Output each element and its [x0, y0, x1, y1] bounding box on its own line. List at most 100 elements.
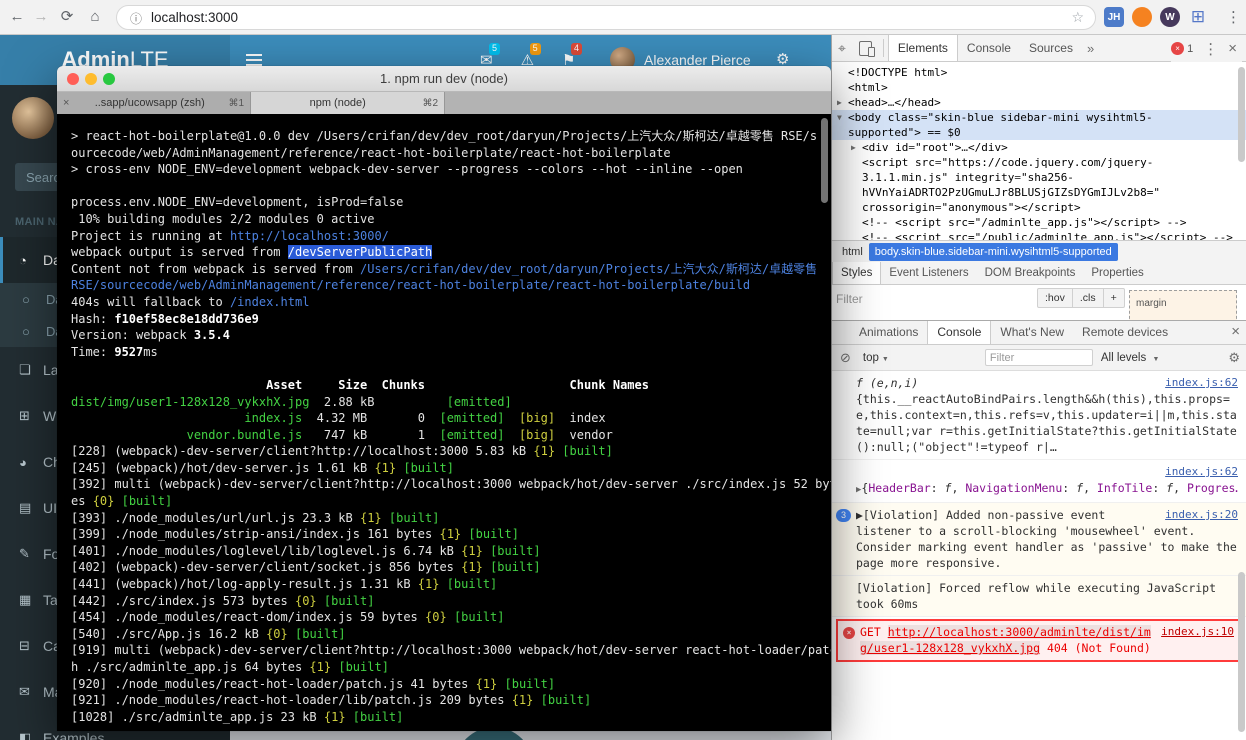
drawer-tabs: Animations Console What's New Remote device…	[832, 321, 1246, 345]
tab-close-icon[interactable]: ×	[63, 97, 75, 109]
drawer-tab-remote-devices[interactable]: Remote devices	[1073, 321, 1177, 344]
drawer-tab-animations[interactable]: Animations	[850, 321, 927, 344]
repeat-count-badge: 3	[836, 509, 851, 522]
console-source-link[interactable]: index.js:62	[864, 464, 1238, 480]
browser-menu-icon[interactable]: ⋮	[1226, 8, 1241, 26]
dom-node-line[interactable]: <script src="https://code.jquery.com/jqu…	[832, 155, 1246, 170]
terminal-tab--sapp-ucowsapp-zsh-[interactable]: × ..sapp/ucowsapp (zsh) ⌘1	[57, 92, 251, 114]
dashboard-v1-icon: ○	[22, 291, 30, 307]
console-levels-select[interactable]: All levels ▼	[1093, 352, 1168, 364]
more-tabs-icon[interactable]: »	[1082, 41, 1099, 56]
console-message-object: index.js:62 ▶{HeaderBar: f, NavigationMen…	[832, 460, 1246, 503]
console-scrollbar[interactable]	[1238, 572, 1245, 732]
elements-breadcrumb: html body.skin-blue.sidebar-mini.wysihtml…	[832, 240, 1246, 262]
examples-icon: ◧	[19, 730, 32, 740]
reload-icon[interactable]: ⟳	[56, 8, 78, 26]
styles-tab-dom-breakpoints[interactable]: DOM Breakpoints	[977, 262, 1084, 284]
terminal-line: [454] ./node_modules/react-dom/index.js …	[71, 610, 505, 625]
styles-filter-input[interactable]	[836, 289, 986, 309]
dom-node-line[interactable]: hVVnYaiADRTO2PzUGmuLJr8BLUSjGIZsDYGmIJLv…	[832, 185, 1246, 200]
console-source-link[interactable]: index.js:20	[1165, 507, 1238, 523]
console-message-violation: 3 index.js:20 ▶[Violation] Added non-passi…	[832, 503, 1246, 576]
terminal-line: process.env.NODE_ENV=development, isProd…	[71, 195, 404, 210]
arrow-spacer	[851, 185, 862, 200]
dom-node-line[interactable]: supported"> == $0	[832, 125, 1246, 140]
expand-arrow-icon[interactable]: ▼	[837, 110, 848, 125]
expand-arrow-icon[interactable]: ▶	[851, 140, 862, 155]
dom-node-line[interactable]: ▶ <head>…</head>	[832, 95, 1246, 110]
styles-tab-styles[interactable]: Styles	[832, 262, 882, 284]
console-context-select[interactable]: top ▼	[859, 352, 893, 364]
tab-sources[interactable]: Sources	[1020, 35, 1082, 61]
clear-console-icon[interactable]: ⊘	[832, 350, 859, 366]
drawer-tab-what-s-new[interactable]: What's New	[991, 321, 1073, 344]
address-bar[interactable]: ⓘ localhost:3000 ☆	[116, 5, 1096, 30]
dashboard-icon: ◔	[19, 252, 27, 268]
device-toolbar-icon[interactable]	[858, 40, 875, 57]
terminal-line: [919] multi (webpack)-dev-server/client?…	[71, 643, 831, 658]
error-count-badge[interactable]: × 1	[1171, 42, 1193, 55]
drawer-close-icon[interactable]: ×	[1231, 323, 1240, 340]
dom-node-line[interactable]: ▼ <body class="skin-blue sidebar-mini wys…	[832, 110, 1246, 125]
error-dot-icon: ×	[1171, 42, 1185, 55]
console-message-violation: [Violation] Forced reflow while executin…	[832, 576, 1246, 617]
styles-tab-properties[interactable]: Properties	[1083, 262, 1151, 284]
dom-node-line[interactable]: ▶ <div id="root">…</div>	[832, 140, 1246, 155]
devtools-menu-icon[interactable]: ⋮	[1198, 40, 1223, 58]
tab-elements[interactable]: Elements	[887, 35, 958, 61]
terminal-line: Hash: f10ef58ec8e18dd736e9	[71, 311, 259, 326]
extension-icon[interactable]	[1132, 7, 1152, 27]
terminal-window: 1. npm run dev (node) × ..sapp/ucowsapp (…	[57, 66, 831, 731]
tab-label: ..sapp/ucowsapp (zsh)	[94, 97, 205, 109]
console-source-link[interactable]: index.js:62	[1165, 375, 1238, 391]
dom-node-line[interactable]: <html>	[832, 80, 1246, 95]
elements-scrollbar[interactable]	[1238, 67, 1245, 162]
terminal-line: index.js 4.32 MB 0 [emitted] [big] index	[244, 411, 606, 426]
back-icon[interactable]: ←	[6, 8, 28, 26]
tab-shortcut: ⌘2	[422, 97, 438, 109]
breadcrumb-item[interactable]: html	[836, 243, 869, 261]
terminal-line: 404s will fallback to /index.html	[71, 294, 310, 309]
error-icon: ×	[843, 627, 855, 639]
extension-icon[interactable]: W	[1160, 7, 1180, 27]
arrow-spacer	[837, 65, 848, 80]
devtools-close-icon[interactable]: ×	[1223, 40, 1242, 57]
terminal-line: [245] (webpack)/hot/dev-server.js 1.61 k…	[71, 460, 454, 475]
forward-icon[interactable]: →	[30, 8, 52, 26]
arrow-spacer	[851, 230, 862, 240]
tab-console[interactable]: Console	[958, 35, 1020, 61]
terminal-titlebar[interactable]: 1. npm run dev (node)	[57, 66, 831, 92]
dom-node-line[interactable]: <!DOCTYPE html>	[832, 65, 1246, 80]
drawer-tab-console[interactable]: Console	[927, 321, 992, 344]
expand-arrow-icon[interactable]: ▶	[837, 95, 848, 110]
forms-icon: ✎	[19, 546, 30, 561]
terminal-line: [402] (webpack)-dev-server/client/socket…	[71, 560, 541, 575]
styles-toggle--[interactable]: +	[1104, 289, 1124, 307]
styles-toggle--hov[interactable]: :hov	[1038, 289, 1073, 307]
styles-toggle--cls[interactable]: .cls	[1073, 289, 1104, 307]
bookmark-star-icon[interactable]: ☆	[1071, 9, 1084, 26]
terminal-scrollbar[interactable]	[821, 118, 828, 203]
terminal-tab-npm-node-[interactable]: npm (node) ⌘2	[251, 92, 445, 114]
console-filter-input[interactable]	[984, 349, 1093, 366]
home-icon[interactable]: ⌂	[84, 8, 106, 26]
styles-tab-event-listeners[interactable]: Event Listeners	[881, 262, 976, 284]
arrow-spacer	[851, 170, 862, 185]
margin-label: margin	[1136, 298, 1167, 309]
extension-icon[interactable]: ⊞	[1188, 7, 1208, 27]
terminal-line: [401] ./node_modules/loglevel/lib/loglev…	[71, 543, 541, 558]
site-info-icon[interactable]: ⓘ	[130, 10, 142, 27]
browser-toolbar: ← → ⟳ ⌂ ⓘ localhost:3000 ☆ JH W ⊞ ⋮	[0, 0, 1246, 35]
console-source-link[interactable]: index.js:10	[1161, 624, 1234, 640]
console-settings-icon[interactable]: ⚙	[1228, 350, 1240, 366]
dom-node-line[interactable]: <!-- <script src="/adminlte_app.js"></sc…	[832, 215, 1246, 230]
breadcrumb-item[interactable]: body.skin-blue.sidebar-mini.wysihtml5-su…	[868, 242, 1118, 261]
inspect-icon[interactable]: ⌖	[832, 40, 852, 57]
dom-node-line[interactable]: <!-- <script src="/public/adminlte_app.j…	[832, 230, 1246, 240]
extension-icon[interactable]: JH	[1104, 7, 1124, 27]
screen: ← → ⟳ ⌂ ⓘ localhost:3000 ☆ JH W ⊞ ⋮ AdminL…	[0, 0, 1246, 740]
dom-node-line[interactable]: 3.1.1.min.js" integrity="sha256-	[832, 170, 1246, 185]
dom-node-line[interactable]: crossorigin="anonymous"></script>	[832, 200, 1246, 215]
console-message-func: index.js:62 f (e,n,i) {this.__reactAutoBin…	[832, 371, 1246, 460]
